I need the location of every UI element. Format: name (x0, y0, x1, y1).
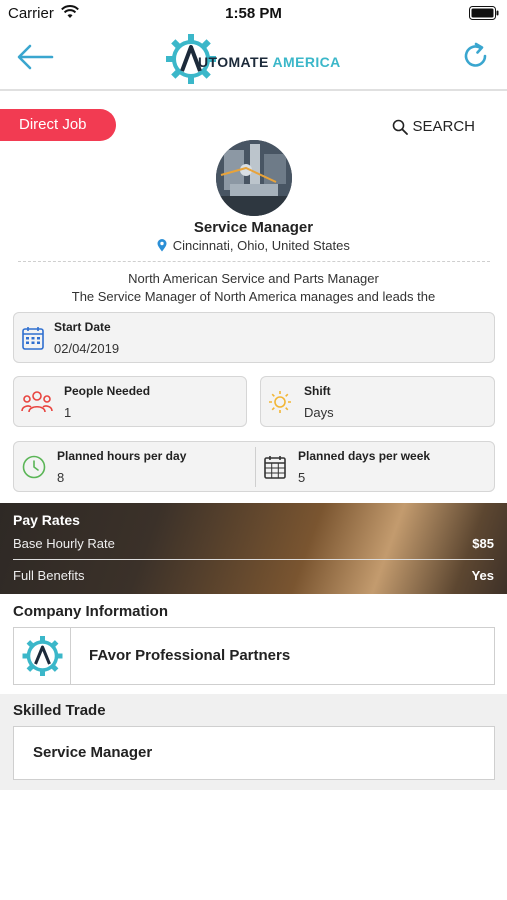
days-per-week-label: Planned days per week (298, 449, 431, 463)
skilled-trade-title: Skilled Trade (13, 702, 106, 719)
job-title: Service Manager (193, 219, 314, 236)
search-icon (393, 119, 409, 135)
job-location: Cincinnati, Ohio, United States (0, 238, 507, 253)
search-button[interactable]: SEARCH (392, 118, 475, 135)
schedule-divider (255, 447, 256, 487)
hours-per-day-value: 8 (57, 470, 65, 485)
start-date-card: Start Date 02/04/2019 (13, 312, 495, 363)
battery-icon (469, 6, 499, 20)
logo-word-automate: UTOMATE (198, 54, 269, 70)
company-section-title: Company Information (13, 603, 169, 620)
pay-row-value: Yes (471, 568, 494, 583)
dashed-divider (18, 261, 490, 262)
search-label: SEARCH (412, 118, 475, 135)
description-line-2: The Service Manager of North America man… (71, 289, 436, 304)
pay-row-label: Base Hourly Rate (13, 536, 115, 551)
pay-rates-section: Pay Rates Base Hourly Rate $85 Full Bene… (0, 503, 507, 594)
pay-row-benefits: Full Benefits Yes (13, 568, 494, 583)
logo-word-america: AMERICA (272, 54, 341, 70)
people-needed-value: 1 (64, 405, 72, 420)
status-bar: Carrier 1:58 PM (0, 0, 507, 28)
people-needed-label: People Needed (64, 384, 151, 398)
people-needed-card: People Needed 1 (13, 376, 247, 427)
shift-value: Days (304, 405, 334, 420)
skilled-trade-card[interactable]: Service Manager (13, 726, 495, 780)
skilled-trade-name: Service Manager (33, 744, 153, 761)
hours-per-day-label: Planned hours per day (57, 449, 187, 463)
clock-icon (22, 455, 46, 479)
planned-schedule-card: Planned hours per day 8 Planned days per… (13, 441, 495, 492)
pay-row-base-rate: Base Hourly Rate $85 (13, 536, 494, 551)
direct-job-badge[interactable]: Direct Job (0, 109, 116, 141)
back-arrow-icon[interactable] (16, 43, 54, 71)
calendar-grid-icon (264, 456, 286, 479)
machinery-photo-icon (216, 140, 292, 216)
shift-card: Shift Days (260, 376, 495, 427)
job-description: North American Service and Parts Manager… (0, 270, 507, 306)
company-logo (14, 628, 71, 684)
pay-row-label: Full Benefits (13, 568, 85, 583)
location-pin-icon (157, 239, 167, 252)
start-date-label: Start Date (54, 320, 111, 334)
location-text: Cincinnati, Ohio, United States (172, 238, 350, 253)
pay-row-value: $85 (472, 536, 494, 551)
company-card[interactable]: FAvor Professional Partners (13, 627, 495, 685)
nav-bar: UTOMATE AMERICA (0, 28, 507, 91)
logo-wordmark: UTOMATE AMERICA (198, 54, 341, 70)
clock-time: 1:58 PM (225, 5, 282, 22)
start-date-value: 02/04/2019 (54, 341, 120, 356)
sun-icon (269, 391, 291, 413)
calendar-icon (22, 327, 44, 350)
pay-rates-title: Pay Rates (13, 512, 80, 528)
company-name: FAvor Professional Partners (89, 647, 291, 664)
people-icon (21, 391, 53, 413)
job-photo-avatar (216, 140, 292, 216)
shift-label: Shift (304, 384, 331, 398)
description-line-1: North American Service and Parts Manager (128, 271, 379, 286)
days-per-week-value: 5 (298, 470, 306, 485)
refresh-icon[interactable] (461, 41, 491, 71)
company-gear-logo-icon (22, 636, 63, 676)
pay-divider (13, 559, 494, 560)
automate-america-logo: UTOMATE AMERICA (164, 32, 344, 86)
